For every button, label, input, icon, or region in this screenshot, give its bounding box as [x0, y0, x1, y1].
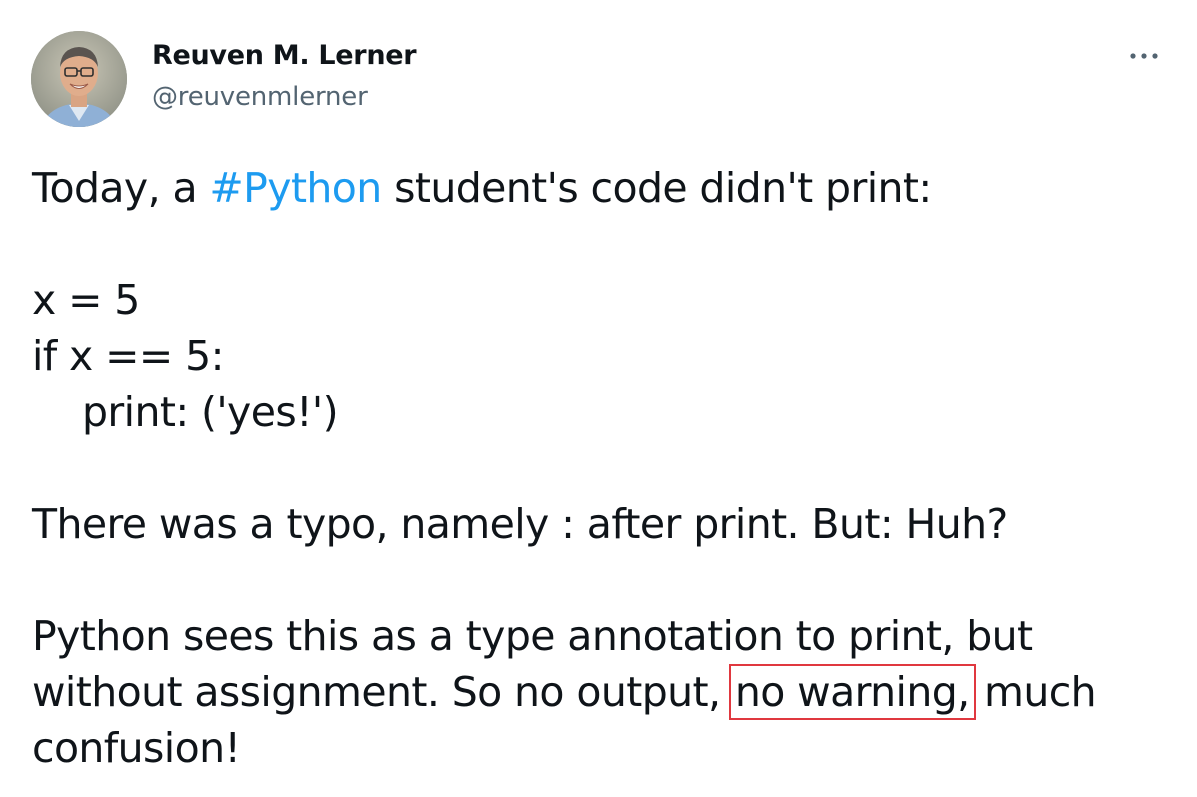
more-horizontal-icon: [1130, 53, 1158, 59]
explain-line-2: without assignment. So no output, no war…: [32, 664, 1172, 720]
tweet-text: Today, a #Python student's code didn't p…: [32, 160, 1172, 776]
avatar[interactable]: [31, 31, 127, 127]
tweet-card: Reuven M. Lerner @reuvenmlerner Today, a…: [0, 0, 1197, 797]
explain-text-before: without assignment. So no output,: [32, 668, 733, 716]
explain-text-after: much: [971, 668, 1097, 716]
avatar-image: [31, 31, 127, 127]
code-line-2: if x == 5:: [32, 332, 224, 380]
author-handle[interactable]: @reuvenmlerner: [152, 82, 368, 112]
code-line-1: x = 5: [32, 276, 140, 324]
highlighted-phrase: no warning,: [728, 664, 976, 720]
explain-line-3: confusion!: [32, 724, 241, 772]
explain-line-1: Python sees this as a type annotation to…: [32, 612, 1033, 660]
hashtag-python-link[interactable]: #Python: [209, 164, 382, 212]
more-options-button[interactable]: [1124, 36, 1164, 76]
author-name[interactable]: Reuven M. Lerner: [152, 40, 417, 71]
code-line-3: print: ('yes!'): [82, 388, 339, 436]
intro-text-before: Today, a: [32, 164, 210, 212]
tweet-line-intro: Today, a #Python student's code didn't p…: [32, 160, 1172, 216]
typo-line: There was a typo, namely : after print. …: [32, 500, 1008, 548]
intro-text-after: student's code didn't print:: [381, 164, 932, 212]
